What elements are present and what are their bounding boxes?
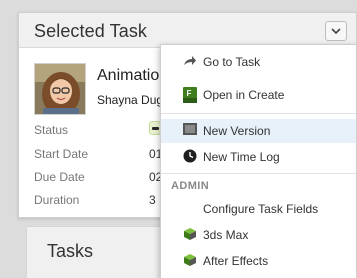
menu-item-configure-task-fields[interactable]: Configure Task Fields [161,197,356,221]
menu-item-after-effects[interactable]: After Effects [161,249,356,273]
menu-item-label: New Version [203,124,271,138]
admin-section-header: ADMIN [171,180,210,192]
task-actions-dropdown-button[interactable] [325,21,347,41]
menu-item-3ds-max[interactable]: 3ds Max [161,223,356,247]
task-actions-menu: Go to Task F Open in Create New Version [160,44,357,278]
start-date-label: Start Date [34,147,89,161]
menu-item-go-to-task[interactable]: Go to Task [161,50,356,74]
svg-text:F: F [187,89,192,98]
duration-value: 3 [149,193,156,207]
duration-label: Duration [34,193,80,207]
3ds-max-icon [183,227,197,241]
tasks-title: Tasks [47,241,94,261]
assignee-name[interactable]: Shayna Dug [97,93,163,107]
task-name: Animatio [97,67,160,84]
menu-item-open-in-create[interactable]: F Open in Create [161,83,356,107]
arrow-forward-icon [183,54,197,68]
panel-header: Selected Task [19,13,356,48]
menu-item-label: Go to Task [203,55,261,69]
due-date-label: Due Date [34,170,85,184]
after-effects-icon [183,253,197,267]
clock-icon [183,149,197,163]
menu-divider [161,173,356,174]
menu-divider [161,113,356,114]
film-version-icon [183,123,197,137]
status-label: Status [34,123,69,137]
menu-item-label: Configure Task Fields [203,202,319,216]
menu-item-label: After Effects [203,254,269,268]
menu-item-label: 3ds Max [203,228,249,242]
panel-title: Selected Task [34,21,148,41]
fusion-create-icon: F [183,87,197,103]
menu-item-new-version[interactable]: New Version [161,119,356,143]
menu-item-label: Open in Create [203,88,285,102]
avatar [34,63,86,115]
menu-item-label: New Time Log [203,150,280,164]
menu-item-new-time-log[interactable]: New Time Log [161,145,356,169]
chevron-down-icon [331,28,341,35]
